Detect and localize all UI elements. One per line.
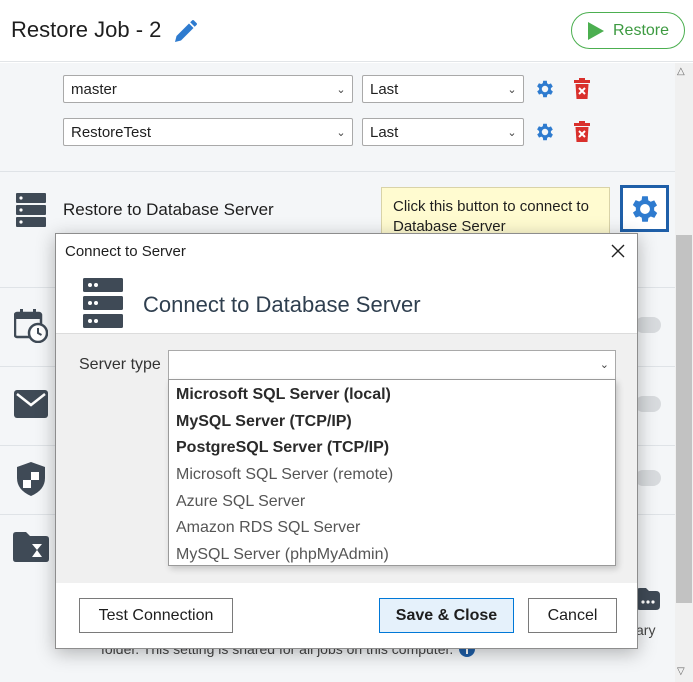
chevron-down-icon: ⌄: [507, 83, 517, 96]
database-server-icon: [83, 278, 123, 333]
database-select-value: RestoreTest: [71, 123, 152, 141]
gear-icon[interactable]: [534, 78, 556, 105]
server-type-option[interactable]: MySQL Server (phpMyAdmin): [176, 546, 389, 564]
scroll-up-icon[interactable]: △: [677, 66, 685, 77]
truncated-label: ary: [636, 622, 656, 638]
server-type-options: Microsoft SQL Server (local) MySQL Serve…: [168, 379, 616, 566]
header-bar: Restore Job - 2 Restore: [0, 0, 693, 62]
connect-server-button[interactable]: [620, 185, 669, 232]
backup-select-restoretest[interactable]: Last ⌄: [362, 118, 524, 146]
restore-button[interactable]: Restore: [571, 12, 685, 49]
database-select-value: master: [71, 80, 117, 98]
schedule-calendar-icon: [13, 309, 49, 348]
restore-target-label: Restore to Database Server: [63, 200, 274, 219]
dialog-header: Connect to Database Server: [56, 268, 637, 334]
close-icon[interactable]: [606, 239, 630, 263]
dialog-titlebar: Connect to Server: [56, 234, 637, 268]
server-type-option[interactable]: Azure SQL Server: [176, 493, 305, 511]
server-type-option[interactable]: Microsoft SQL Server (remote): [176, 466, 393, 484]
backup-select-value: Last: [370, 123, 399, 141]
gear-icon: [632, 195, 657, 222]
database-select-master[interactable]: master ⌄: [63, 75, 353, 103]
backup-select-value: Last: [370, 80, 399, 98]
delete-icon[interactable]: [572, 78, 592, 105]
scrollbar-thumb[interactable]: [676, 235, 692, 603]
chevron-down-icon: ⌄: [336, 83, 346, 96]
dialog-title: Connect to Server: [65, 243, 186, 260]
delete-icon[interactable]: [572, 121, 592, 148]
database-select-restoretest[interactable]: RestoreTest ⌄: [63, 118, 353, 146]
page-title: Restore Job - 2: [11, 17, 162, 42]
server-type-option[interactable]: Amazon RDS SQL Server: [176, 519, 360, 537]
server-type-option[interactable]: Microsoft SQL Server (local): [176, 386, 391, 404]
server-type-option[interactable]: MySQL Server (TCP/IP): [176, 413, 352, 431]
toggle-switch[interactable]: [635, 470, 661, 486]
connect-to-server-dialog: Connect to Server Connect to Database Se…: [55, 233, 638, 649]
save-close-button[interactable]: Save & Close: [379, 598, 514, 633]
scroll-down-icon[interactable]: ▽: [677, 666, 685, 677]
play-icon: [587, 21, 604, 40]
chevron-down-icon: ⌄: [507, 126, 517, 139]
chevron-down-icon: ⌄: [599, 359, 609, 371]
pencil-icon[interactable]: [172, 19, 198, 45]
temp-folder-icon: [13, 532, 49, 567]
tooltip: Click this button to connect to Database…: [381, 187, 610, 235]
test-connection-button[interactable]: Test Connection: [79, 598, 233, 633]
email-icon: [14, 390, 48, 423]
chevron-down-icon: ⌄: [336, 126, 346, 139]
dialog-heading: Connect to Database Server: [143, 292, 421, 317]
backup-select-master[interactable]: Last ⌄: [362, 75, 524, 103]
section-divider: [0, 171, 675, 172]
toggle-switch[interactable]: [635, 396, 661, 412]
gear-icon[interactable]: [534, 121, 556, 148]
cancel-button[interactable]: Cancel: [528, 598, 617, 633]
server-type-option[interactable]: PostgreSQL Server (TCP/IP): [176, 439, 389, 457]
toggle-switch[interactable]: [635, 317, 661, 333]
more-options-icon[interactable]: [636, 588, 660, 615]
database-server-icon: [16, 193, 46, 232]
server-type-label: Server type: [79, 356, 161, 373]
dialog-footer: Test Connection Save & Close Cancel: [56, 583, 637, 648]
server-type-select[interactable]: ⌄: [168, 350, 616, 381]
security-shield-icon: [17, 462, 45, 501]
restore-button-label: Restore: [612, 21, 670, 39]
